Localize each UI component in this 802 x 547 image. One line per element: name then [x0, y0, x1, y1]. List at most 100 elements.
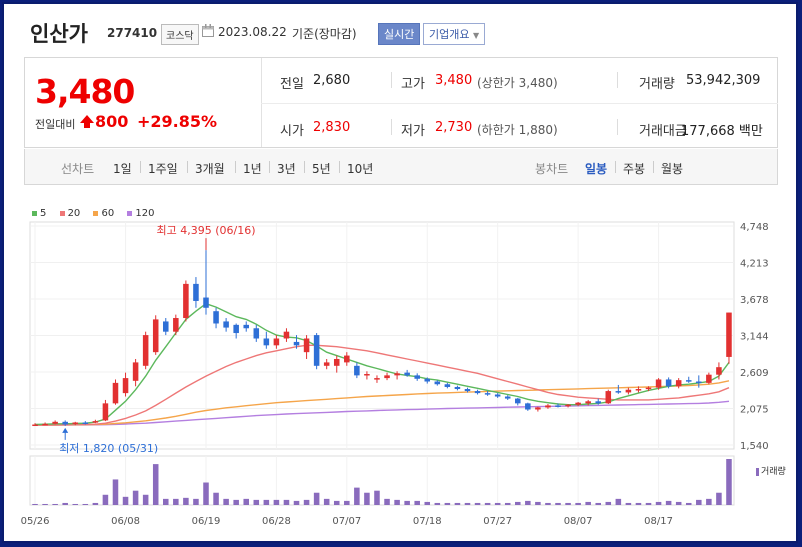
- volume-bar: [494, 502, 501, 505]
- candle: [535, 407, 541, 410]
- volume-bar: [32, 503, 38, 505]
- candle: [615, 391, 622, 393]
- volume-bar: [92, 502, 99, 505]
- candle: [555, 405, 561, 407]
- volume-bar: [595, 502, 601, 505]
- volume-bar: [183, 497, 189, 505]
- candle: [655, 379, 662, 388]
- volume-bar: [102, 494, 109, 505]
- volume-bar: [464, 502, 471, 505]
- volume-bar: [454, 502, 461, 505]
- candle: [183, 283, 189, 319]
- candle: [283, 331, 290, 339]
- candle: [685, 380, 692, 382]
- volume-bar: [555, 502, 561, 505]
- candle: [706, 374, 712, 383]
- volume-bar: [82, 503, 89, 505]
- y-tick-label: 1,540: [740, 441, 769, 452]
- candle: [132, 362, 139, 381]
- volume-bar: [344, 500, 350, 505]
- candle: [595, 401, 601, 404]
- candle: [374, 378, 380, 380]
- candle: [675, 380, 682, 387]
- x-tick-label: 06/08: [111, 516, 140, 527]
- x-tick-label: 07/18: [413, 516, 442, 527]
- volume-bar: [384, 498, 390, 505]
- volume-bar: [504, 502, 511, 505]
- candle: [62, 421, 68, 425]
- volume-bar: [263, 499, 270, 505]
- volume-bar: [223, 498, 229, 505]
- y-tick-label: 2,609: [740, 368, 769, 379]
- x-tick-label: 08/17: [644, 516, 673, 527]
- volume-bar: [203, 482, 209, 505]
- candle: [32, 424, 38, 427]
- volume-bar: [625, 502, 632, 505]
- x-tick-label: 08/07: [564, 516, 593, 527]
- candle: [605, 391, 612, 404]
- candlestick-chart[interactable]: 4,748 4,213 3,678 3,144 2,609 2,075 1,540 05/26…: [4, 4, 798, 543]
- volume-bar: [333, 500, 340, 505]
- candle: [394, 373, 400, 376]
- volume-bar: [675, 501, 682, 505]
- volume-bar: [72, 503, 79, 505]
- y-tick-label: 3,678: [740, 295, 769, 306]
- candle: [625, 389, 632, 393]
- candle: [142, 335, 149, 366]
- x-tick-label: 07/07: [332, 516, 361, 527]
- volume-bar: [233, 499, 239, 505]
- y-tick-label: 4,748: [740, 222, 769, 233]
- candle: [665, 379, 672, 387]
- volume-bar: [404, 500, 410, 505]
- candle: [233, 324, 239, 334]
- volume-bar: [173, 498, 179, 505]
- volume-bar: [283, 499, 290, 505]
- volume-bar: [424, 501, 431, 505]
- ma60-line: [34, 380, 730, 426]
- candle: [203, 297, 209, 308]
- volume-bar: [706, 498, 712, 505]
- low-annotation: 최저 1,820 (05/31): [59, 442, 158, 455]
- candle: [323, 362, 330, 366]
- volume-bar: [112, 479, 119, 505]
- volume-bar: [474, 502, 481, 505]
- volume-bar: [303, 499, 310, 505]
- volume-legend-label: 거래량: [761, 467, 786, 477]
- candle: [726, 312, 732, 357]
- candle: [193, 283, 199, 301]
- volume-bar: [484, 502, 491, 505]
- y-tick-label: 4,213: [740, 259, 769, 270]
- candle: [152, 319, 159, 353]
- candle: [52, 421, 58, 424]
- candle: [42, 423, 48, 426]
- volume-bar: [62, 502, 68, 505]
- volume-bar: [122, 496, 129, 505]
- y-tick-label: 3,144: [740, 332, 769, 343]
- candle: [454, 386, 461, 390]
- candle: [484, 393, 491, 395]
- volume-bar: [132, 490, 139, 505]
- candle: [364, 374, 370, 376]
- volume-bar: [696, 499, 702, 505]
- x-tick-label: 07/27: [483, 516, 512, 527]
- volume-bar: [565, 502, 571, 505]
- volume-bar: [293, 500, 300, 505]
- candle: [344, 355, 350, 363]
- low-annotation-arrow: [62, 427, 69, 433]
- volume-bar: [193, 498, 199, 505]
- stock-widget: 인산가 277410 코스닥 2023.08.22 기준(장마감) 실시간 기업…: [2, 2, 798, 543]
- candle: [635, 389, 642, 391]
- ma5-line: [34, 302, 730, 426]
- candle: [444, 384, 451, 387]
- x-tick-label: 06/28: [262, 516, 291, 527]
- candle: [504, 396, 511, 399]
- candle: [82, 422, 89, 424]
- volume-bar: [354, 487, 360, 505]
- volume-bar: [665, 500, 672, 505]
- volume-bar: [374, 490, 380, 505]
- candle: [253, 328, 260, 339]
- volume-bar: [142, 494, 149, 505]
- candle: [173, 318, 179, 332]
- volume-bar: [585, 501, 591, 505]
- candle: [525, 403, 531, 410]
